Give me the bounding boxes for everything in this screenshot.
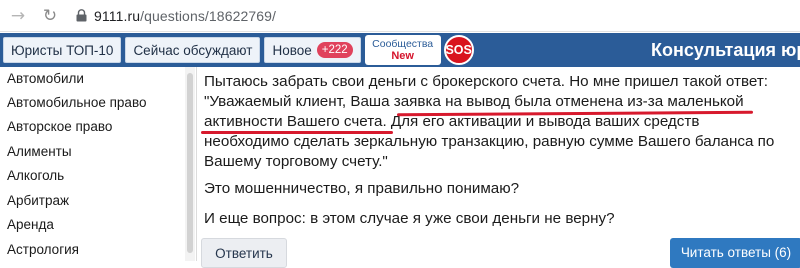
communities-label: Сообщества <box>372 38 434 50</box>
site-title[interactable]: Консультация юр <box>651 33 800 67</box>
question-line: Вашему торговому счету." <box>204 153 388 170</box>
tab-label: Сейчас обсуждают <box>133 42 253 58</box>
tab-new[interactable]: Новое +222 <box>264 37 361 63</box>
reply-button[interactable]: Ответить <box>201 238 287 268</box>
sidebar-item-cars[interactable]: Автомобили <box>0 67 183 90</box>
category-sidebar: Автомобили Автомобильное право Авторское… <box>0 67 183 261</box>
back-arrow-icon[interactable]: → <box>6 4 30 28</box>
sidebar-item-astrology[interactable]: Астрология <box>0 237 183 261</box>
sidebar-item-car-law[interactable]: Автомобильное право <box>0 90 183 115</box>
sidebar-item-rent[interactable]: Аренда <box>0 213 183 238</box>
question-line: Пытаюсь забрать свои деньги с брокерског… <box>204 73 768 90</box>
url-host: 9111.ru <box>94 7 141 24</box>
question-body: Пытаюсь забрать свои деньги с брокерског… <box>196 67 800 261</box>
sidebar-item-copyright[interactable]: Авторское право <box>0 115 183 140</box>
question-line: необходимо сделать зеркальную транзакцию… <box>204 133 775 150</box>
sos-button[interactable]: SOS <box>443 35 474 65</box>
sidebar-scrollbar[interactable] <box>185 67 195 261</box>
tab-discussed-now[interactable]: Сейчас обсуждают <box>125 37 261 63</box>
communities-button[interactable]: Сообщества New <box>364 35 441 65</box>
new-count-badge: +222 <box>316 42 353 58</box>
tab-label: Юристы ТОП-10 <box>11 42 114 58</box>
question-paragraph: Пытаюсь забрать свои деньги с брокерског… <box>204 72 774 172</box>
site-nav-bar: Юристы ТОП-10 Сейчас обсуждают Новое +222… <box>0 33 800 67</box>
reload-icon[interactable]: ↻ <box>38 4 62 28</box>
lock-icon[interactable] <box>74 9 88 23</box>
sidebar-item-alcohol[interactable]: Алкоголь <box>0 164 183 189</box>
url-field[interactable]: 9111.ru/questions/18622769/ <box>94 8 276 24</box>
scrollbar-thumb[interactable] <box>187 73 193 253</box>
sidebar-item-alimony[interactable]: Алименты <box>0 139 183 164</box>
tab-top-lawyers[interactable]: Юристы ТОП-10 <box>3 37 122 63</box>
question-paragraph: И еще вопрос: в этом случае я уже свои д… <box>204 210 615 227</box>
question-paragraph: Это мошенничество, я правильно понимаю? <box>204 180 520 197</box>
red-underline-annotation <box>201 131 393 134</box>
sidebar-item-arbitration[interactable]: Арбитраж <box>0 188 183 213</box>
url-path: /questions/18622769/ <box>140 7 276 24</box>
browser-address-bar: → ↻ 9111.ru/questions/18622769/ <box>0 0 800 32</box>
question-line: "Уважаемый клиент, Ваша заявка на вывод … <box>204 93 744 110</box>
tab-label: Новое <box>272 42 312 58</box>
read-answers-button[interactable]: Читать ответы (6) <box>670 238 800 268</box>
communities-new-label: New <box>391 50 414 62</box>
